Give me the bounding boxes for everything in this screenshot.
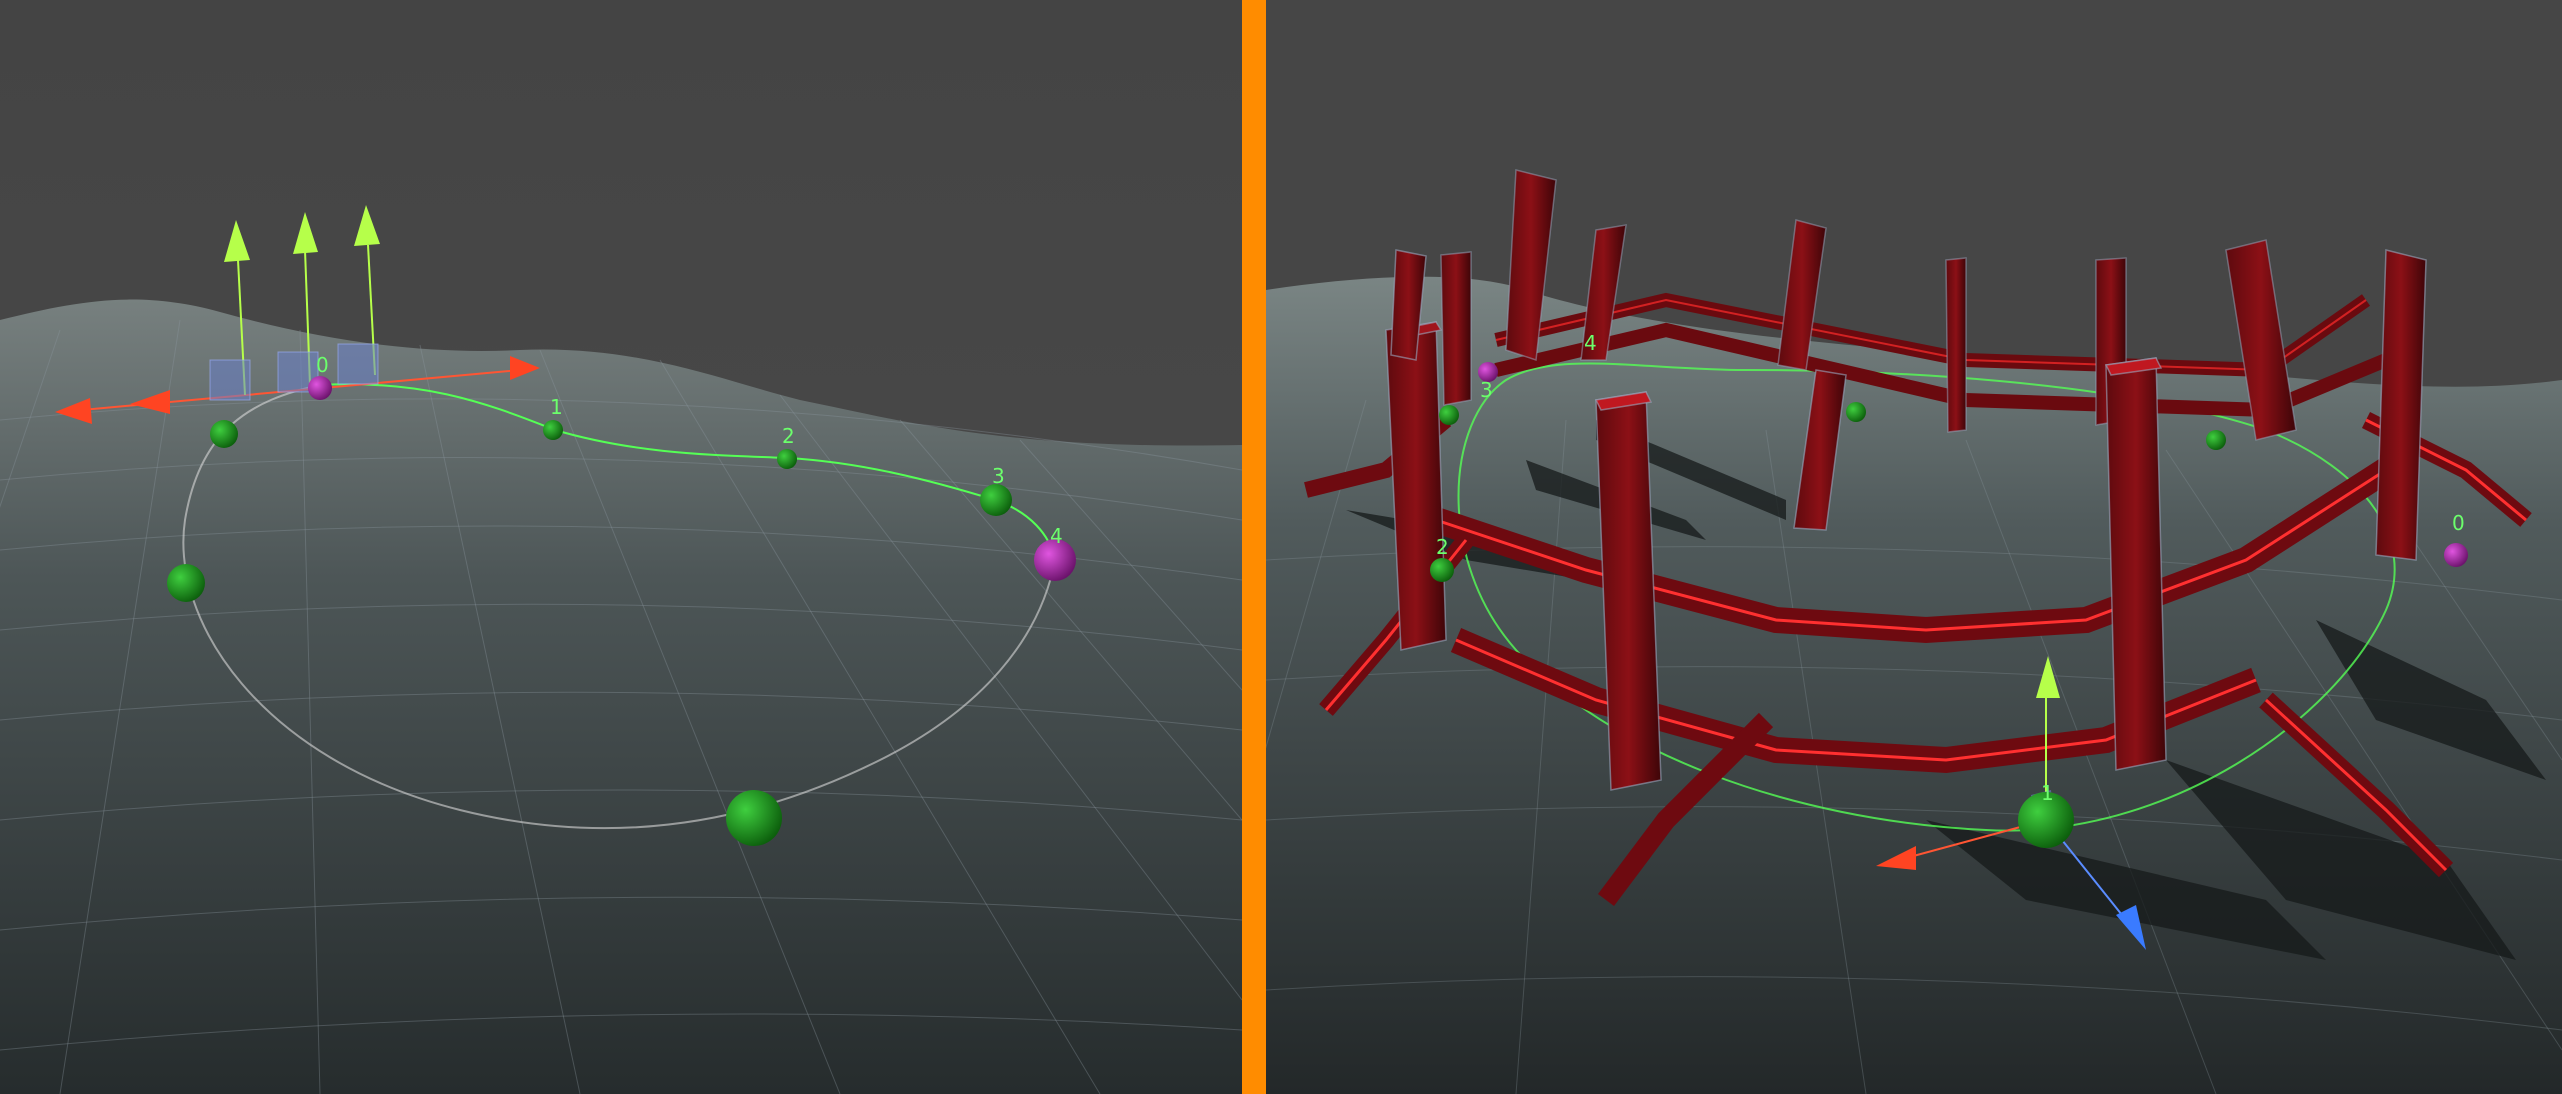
- spline-node-2[interactable]: [777, 449, 797, 469]
- node-label-4: 4: [1584, 331, 1597, 355]
- node-label-0: 0: [316, 353, 329, 377]
- right-scene-view[interactable]: 0 1 2 3 4: [1266, 0, 2562, 1094]
- fence-post: [1440, 251, 1472, 406]
- spline-node[interactable]: [2206, 430, 2226, 450]
- view-divider: [1242, 0, 1266, 1094]
- spline-node-3[interactable]: [980, 484, 1012, 516]
- node-label-2: 2: [1436, 535, 1449, 559]
- plane-handle-1[interactable]: [209, 359, 251, 401]
- left-scene-canvas[interactable]: 0 1 2 3 4: [0, 0, 1242, 1094]
- right-scene-canvas[interactable]: 0 1 2 3 4: [1266, 0, 2562, 1094]
- node-label-3: 3: [1480, 378, 1493, 402]
- spline-node-1[interactable]: [543, 420, 563, 440]
- fence-post: [2105, 357, 2167, 771]
- spline-node[interactable]: [1846, 402, 1866, 422]
- fence-post: [1945, 257, 1967, 433]
- spline-node-2[interactable]: [1430, 558, 1454, 582]
- node-label-1: 1: [2041, 781, 2054, 805]
- node-label-0: 0: [2452, 511, 2465, 535]
- plane-handle-3[interactable]: [337, 343, 379, 385]
- node-label-2: 2: [782, 424, 795, 448]
- spline-tangent-handle[interactable]: [210, 420, 238, 448]
- spline-node-0[interactable]: [308, 376, 332, 400]
- spline-node-0[interactable]: [2444, 543, 2468, 567]
- left-scene-view[interactable]: 0 1 2 3 4: [0, 0, 1242, 1094]
- node-label-4: 4: [1050, 524, 1063, 548]
- node-label-1: 1: [550, 395, 563, 419]
- spline-node-3[interactable]: [1439, 405, 1459, 425]
- node-label-3: 3: [992, 464, 1005, 488]
- spline-tangent-handle[interactable]: [726, 790, 782, 846]
- spline-tangent-handle[interactable]: [167, 564, 205, 602]
